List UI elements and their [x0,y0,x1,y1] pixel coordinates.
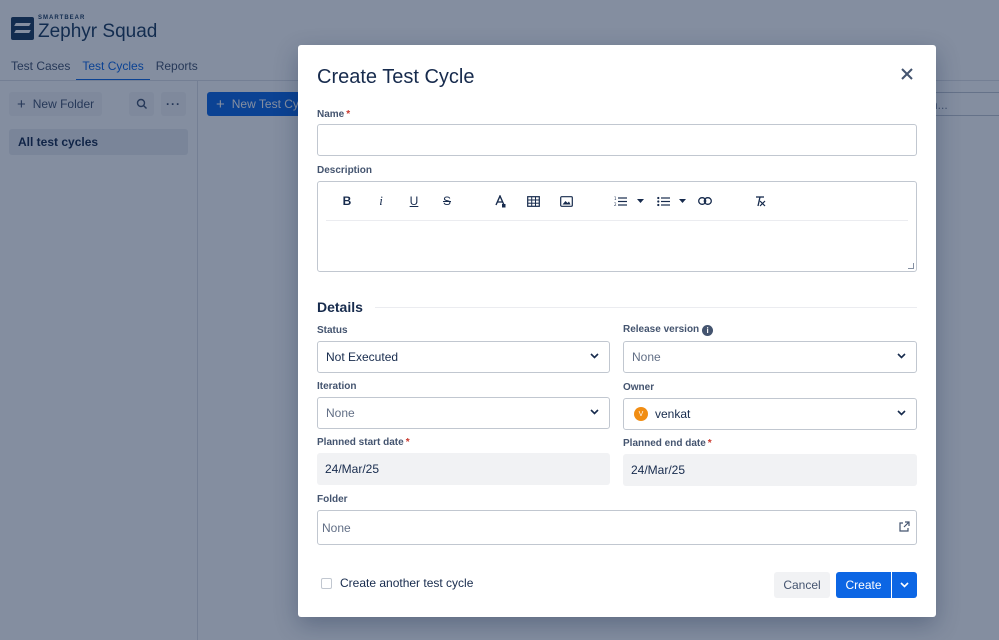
numbered-list-icon[interactable]: 12 [612,193,628,209]
planned-end-date-label: Planned end date* [623,438,712,449]
planned-end-date-input[interactable]: 24/Mar/25 [623,454,917,486]
release-version-label: Release versioni [623,324,713,336]
text-color-icon[interactable] [492,193,508,209]
status-select[interactable]: Not Executed [317,341,610,373]
close-icon [900,67,914,81]
link-icon[interactable] [697,193,713,209]
chevron-down-icon [897,410,906,416]
svg-text:1: 1 [614,196,617,201]
release-version-value: None [632,350,661,364]
bullet-list-dropdown-icon[interactable] [678,193,686,209]
folder-label: Folder [317,494,348,505]
folder-picker[interactable]: None [317,510,917,545]
planned-start-date-label: Planned start date* [317,437,410,448]
create-another-label: Create another test cycle [340,576,473,590]
owner-label: Owner [623,382,654,393]
cancel-button[interactable]: Cancel [774,572,830,598]
create-another-option[interactable]: Create another test cycle [321,576,473,590]
owner-value: venkat [655,407,690,421]
details-divider [375,307,917,308]
avatar: V [634,407,648,421]
description-label: Description [317,165,372,176]
bullet-list-icon[interactable] [655,193,671,209]
release-version-select[interactable]: None [623,341,917,373]
iteration-label: Iteration [317,381,356,392]
clear-formatting-icon[interactable] [752,193,768,209]
required-asterisk: * [346,109,350,120]
create-button[interactable]: Create [836,572,891,598]
table-icon[interactable] [525,193,541,209]
status-label: Status [317,325,348,336]
planned-start-date-input[interactable]: 24/Mar/25 [317,453,610,485]
dialog-title: Create Test Cycle [317,66,474,89]
description-editor[interactable]: B i U S 12 [317,181,917,272]
folder-value: None [322,521,351,535]
resize-handle[interactable] [908,263,914,269]
status-value: Not Executed [326,350,398,364]
bold-icon[interactable]: B [339,193,355,209]
strikethrough-icon[interactable]: S [439,193,455,209]
name-input[interactable] [317,124,917,156]
iteration-select[interactable]: None [317,397,610,429]
chevron-down-icon [897,353,906,359]
chevron-down-icon [590,353,599,359]
create-test-cycle-dialog: Create Test Cycle Name* Description B i … [298,45,936,617]
svg-text:2: 2 [614,202,617,207]
italic-icon[interactable]: i [373,193,389,209]
chevron-down-icon [590,409,599,415]
required-asterisk: * [406,437,410,448]
owner-select[interactable]: V venkat [623,398,917,430]
info-icon[interactable]: i [702,325,713,336]
underline-icon[interactable]: U [406,193,422,209]
numbered-list-dropdown-icon[interactable] [636,193,644,209]
required-asterisk: * [708,438,712,449]
create-options-button[interactable] [892,572,917,598]
editor-toolbar: B i U S 12 [326,182,908,221]
create-another-checkbox[interactable] [321,578,332,589]
open-external-icon[interactable] [899,521,910,532]
iteration-value: None [326,406,355,420]
close-button[interactable] [897,64,917,84]
details-heading: Details [317,299,363,315]
image-icon[interactable] [558,193,574,209]
name-label: Name* [317,109,350,120]
chevron-down-icon [900,582,909,588]
